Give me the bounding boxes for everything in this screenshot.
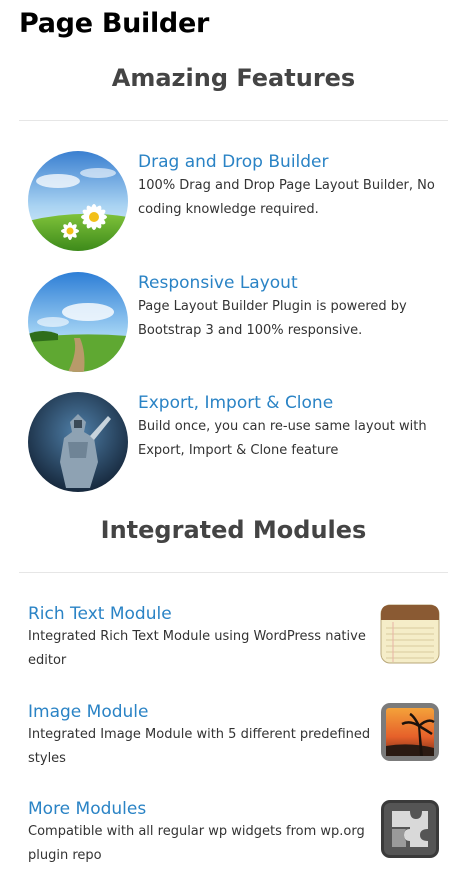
modules-divider — [19, 572, 448, 573]
module-description: Integrated Image Module with 5 different… — [28, 727, 371, 766]
feature-description: Page Layout Builder Plugin is powered by… — [138, 299, 407, 338]
armored-knight-image — [28, 392, 128, 492]
feature-description: 100% Drag and Drop Page Layout Builder, … — [138, 178, 435, 217]
module-description: Compatible with all regular wp widgets f… — [28, 824, 365, 863]
page-title: Page Builder — [19, 8, 209, 39]
feature-drag-drop: Drag and Drop Builder 100% Drag and Drop… — [28, 151, 448, 255]
puzzle-icon — [380, 799, 440, 859]
module-image: Image Module Integrated Image Module wit… — [28, 701, 440, 775]
module-description: Integrated Rich Text Module using WordPr… — [28, 629, 366, 668]
feature-responsive: Responsive Layout Page Layout Builder Pl… — [28, 272, 448, 376]
feature-title[interactable]: Drag and Drop Builder — [138, 151, 448, 173]
module-title[interactable]: Image Module — [28, 701, 373, 723]
module-rich-text: Rich Text Module Integrated Rich Text Mo… — [28, 603, 440, 677]
meadow-path-image — [28, 272, 128, 372]
feature-description: Build once, you can re-use same layout w… — [138, 419, 427, 458]
feature-title[interactable]: Responsive Layout — [138, 272, 448, 294]
module-title[interactable]: Rich Text Module — [28, 603, 373, 625]
features-heading: Amazing Features — [111, 64, 356, 92]
feature-export-import: Export, Import & Clone Build once, you c… — [28, 392, 448, 496]
features-divider — [19, 120, 448, 121]
module-title[interactable]: More Modules — [28, 798, 373, 820]
notepad-icon — [380, 604, 440, 664]
modules-heading: Integrated Modules — [100, 516, 367, 544]
feature-title[interactable]: Export, Import & Clone — [138, 392, 448, 414]
daisy-field-image — [28, 151, 128, 251]
module-more: More Modules Compatible with all regular… — [28, 798, 440, 872]
photo-icon — [380, 702, 440, 762]
